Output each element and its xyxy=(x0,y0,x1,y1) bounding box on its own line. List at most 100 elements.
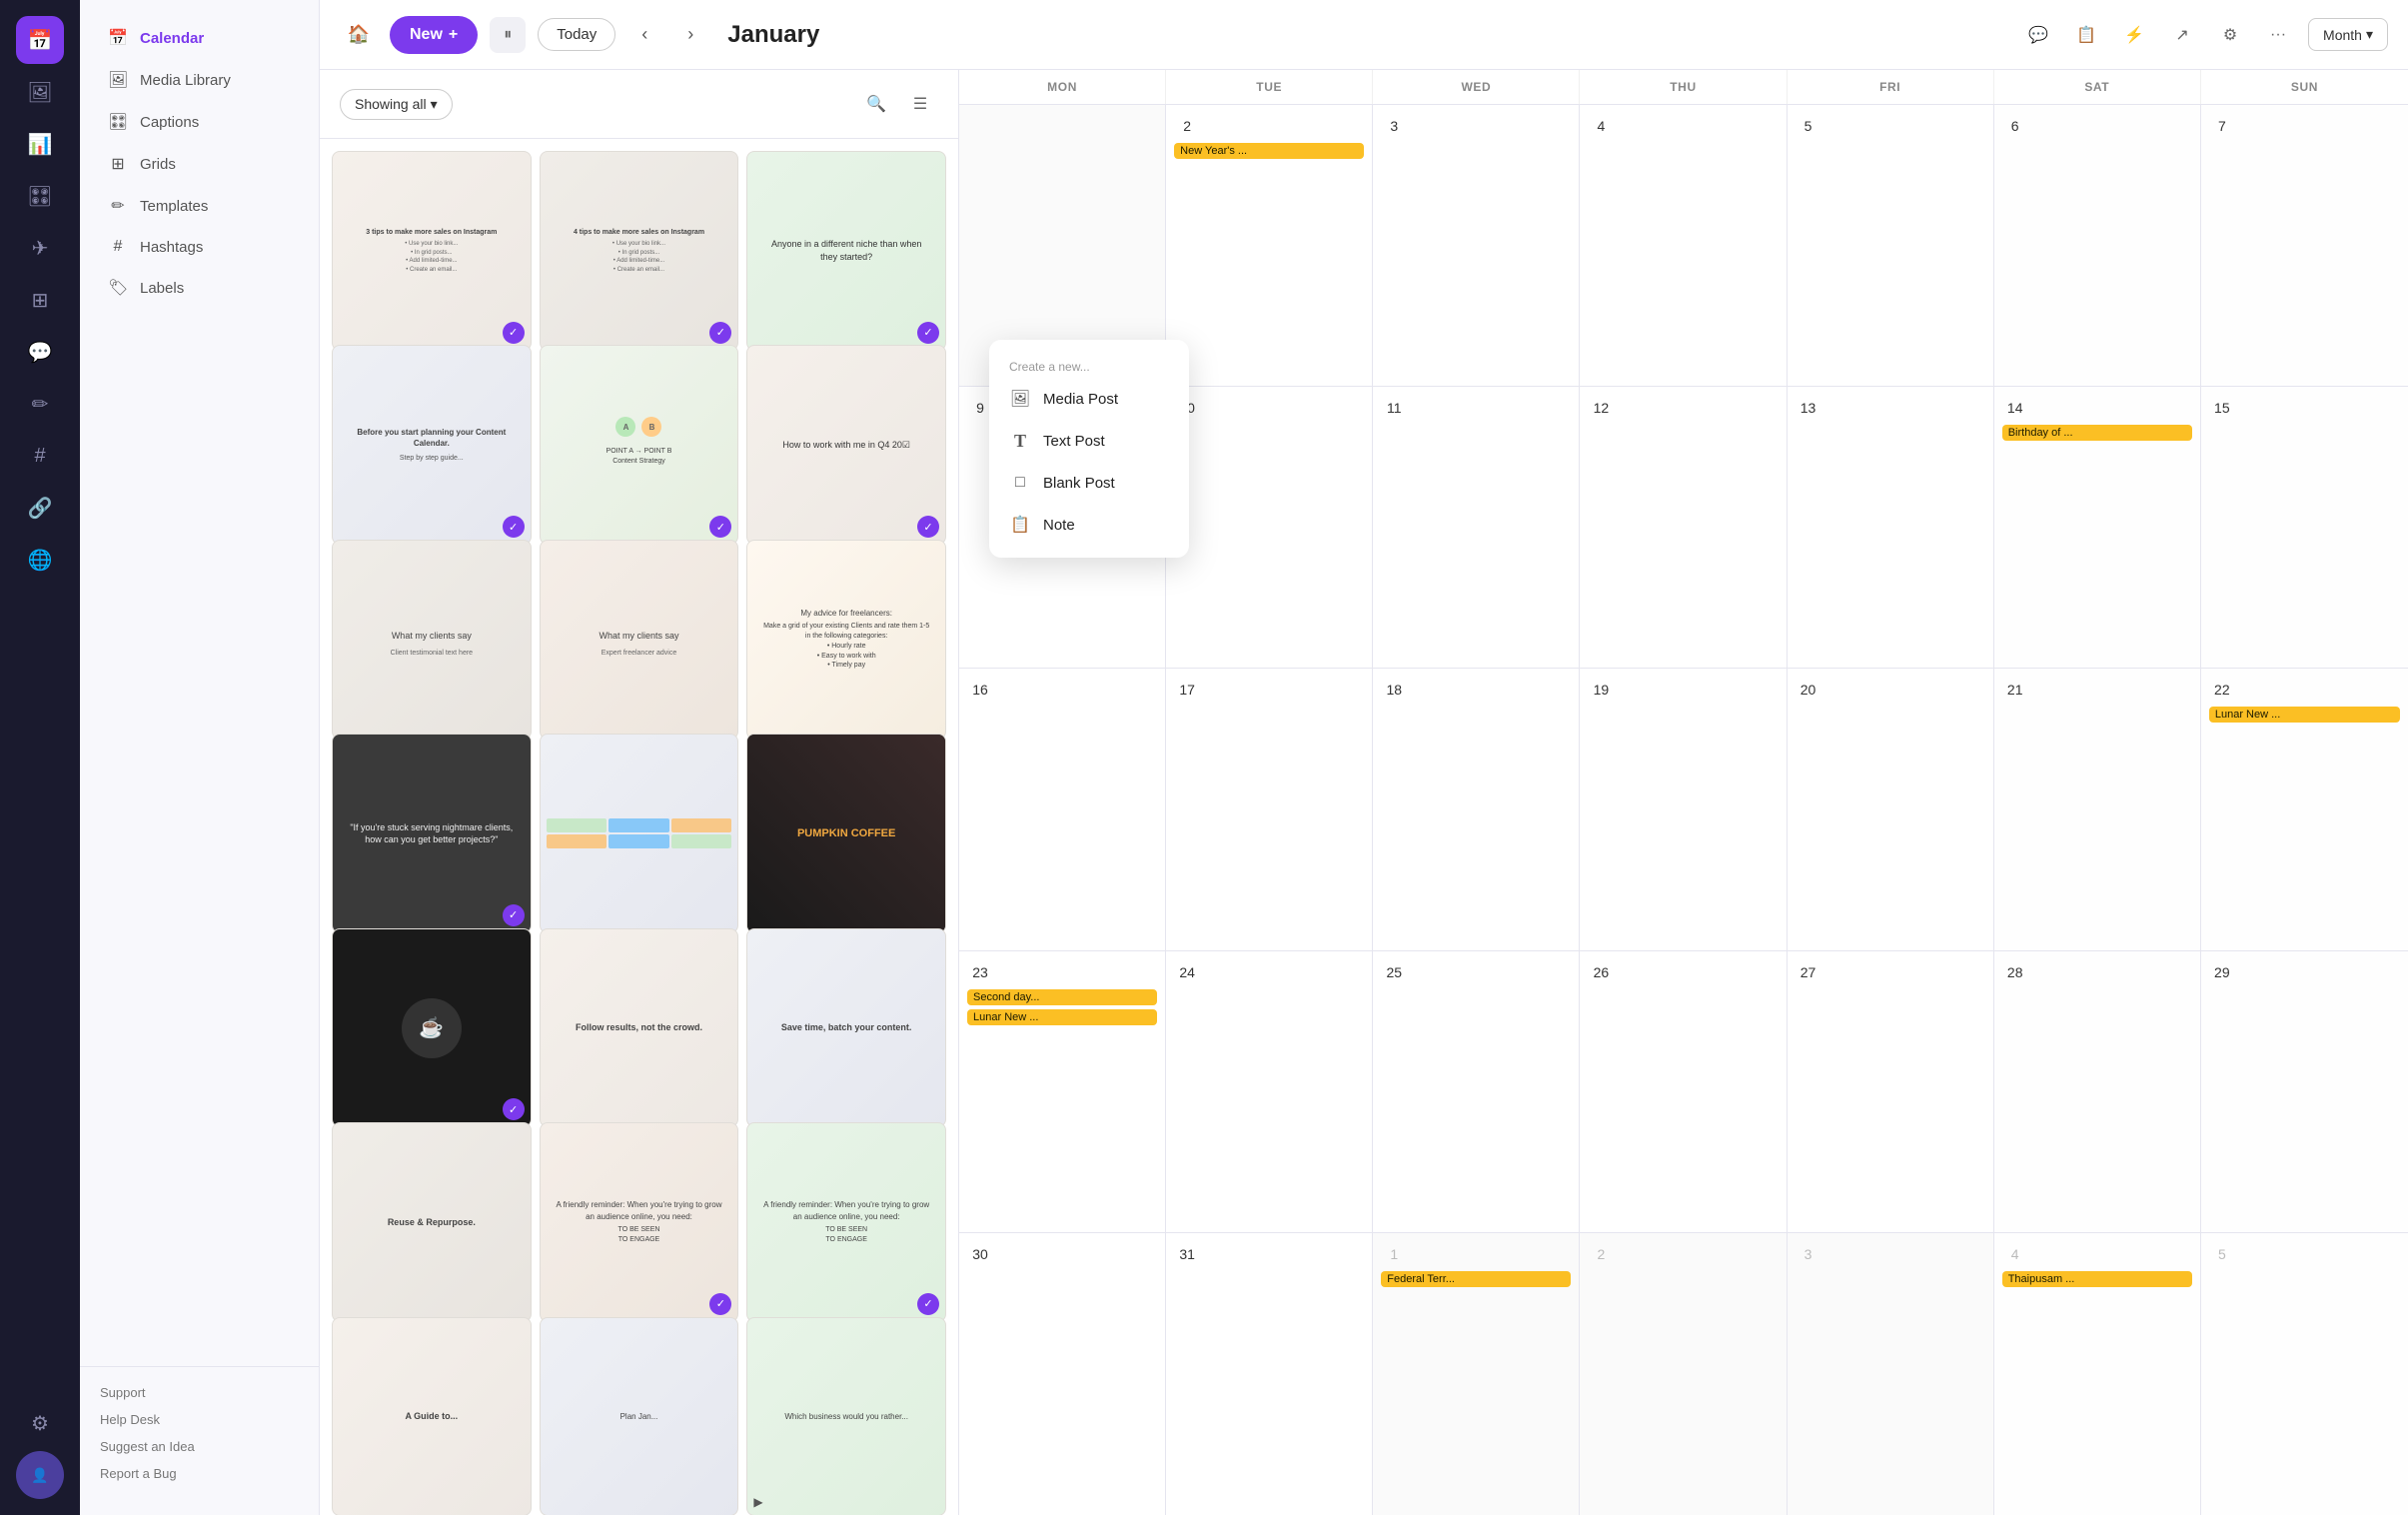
report-bug-link[interactable]: Report a Bug xyxy=(100,1460,299,1487)
help-desk-link[interactable]: Help Desk xyxy=(100,1406,299,1433)
sidebar-item-hashtags[interactable]: # Hashtags xyxy=(88,228,311,266)
cal-event[interactable]: Lunar New ... xyxy=(2209,707,2400,723)
dropdown-item-blank-post[interactable]: □ Blank Post xyxy=(989,462,1189,504)
cal-event[interactable]: Thaipusam ... xyxy=(2002,1271,2192,1287)
template-card[interactable]: What my clients say Expert freelancer ad… xyxy=(540,540,739,740)
dropdown-item-media-post[interactable]: 🖼 Media Post xyxy=(989,378,1189,420)
cal-cell[interactable]: 30 xyxy=(959,1233,1166,1515)
cal-cell[interactable]: 10 xyxy=(1166,387,1373,668)
new-button[interactable]: New + xyxy=(390,16,478,54)
cal-event[interactable]: Federal Terr... xyxy=(1381,1271,1571,1287)
cal-cell[interactable]: 27 xyxy=(1788,951,1994,1232)
nav-icon-grid[interactable]: ⊞ xyxy=(16,276,64,324)
nav-icon-send[interactable]: ✈ xyxy=(16,224,64,272)
cal-cell[interactable]: 31 xyxy=(1166,1233,1373,1515)
cal-cell[interactable]: 7 xyxy=(2201,105,2408,386)
dropdown-item-note[interactable]: 📋 Note xyxy=(989,504,1189,546)
nav-icon-captions[interactable]: 🎛 xyxy=(16,172,64,220)
template-card[interactable]: A friendly reminder: When you're trying … xyxy=(746,1122,946,1322)
template-card[interactable] xyxy=(540,734,739,933)
cal-cell[interactable]: 22 Lunar New ... xyxy=(2201,669,2408,949)
template-card[interactable]: Before you start planning your Content C… xyxy=(332,345,532,545)
support-link[interactable]: Support xyxy=(100,1379,299,1406)
nav-icon-chat[interactable]: 💬 xyxy=(16,328,64,376)
cal-cell[interactable]: 15 xyxy=(2201,387,2408,668)
cal-cell[interactable]: 16 xyxy=(959,669,1166,949)
sidebar-item-grids[interactable]: ⊞ Grids xyxy=(88,144,311,184)
nav-icon-settings[interactable]: ⚙ xyxy=(16,1399,64,1447)
sidebar-item-labels[interactable]: 🏷 Labels xyxy=(88,268,311,308)
cal-event[interactable]: New Year's ... xyxy=(1174,143,1364,159)
cal-cell[interactable]: 17 xyxy=(1166,669,1373,949)
cal-cell[interactable]: 6 xyxy=(1994,105,2201,386)
template-card[interactable]: Which business would you rather... ▶ xyxy=(746,1317,946,1515)
cal-event[interactable]: Second day... xyxy=(967,989,1157,1005)
cal-cell[interactable]: 3 xyxy=(1788,1233,1994,1515)
template-card[interactable]: A B POINT A → POINT BContent Strategy ✓ xyxy=(540,345,739,545)
cal-cell[interactable]: 28 xyxy=(1994,951,2201,1232)
today-button[interactable]: Today xyxy=(538,18,615,51)
cal-cell[interactable]: 4 xyxy=(1580,105,1787,386)
cal-cell[interactable]: 20 xyxy=(1788,669,1994,949)
list-icon-button[interactable]: 📋 xyxy=(2068,17,2104,53)
create-new-dropdown[interactable]: Create a new... 🖼 Media Post T Text Post… xyxy=(989,340,1189,558)
next-month-button[interactable]: › xyxy=(673,18,707,52)
cal-cell[interactable]: 25 xyxy=(1373,951,1580,1232)
sidebar-item-calendar[interactable]: 📅 Calendar xyxy=(88,18,311,58)
cal-cell[interactable]: 14 Birthday of ... xyxy=(1994,387,2201,668)
month-view-button[interactable]: Month ▾ xyxy=(2308,18,2388,51)
cal-cell[interactable]: 19 xyxy=(1580,669,1787,949)
template-card[interactable]: Follow results, not the crowd. xyxy=(540,928,739,1128)
template-card[interactable]: Plan Jan... xyxy=(540,1317,739,1515)
template-card[interactable]: PUMPKIN COFFEE xyxy=(746,734,946,933)
template-card[interactable]: "If you're stuck serving nightmare clien… xyxy=(332,734,532,933)
pause-button[interactable]: ⏸ xyxy=(490,17,526,53)
template-card[interactable]: A friendly reminder: When you're trying … xyxy=(540,1122,739,1322)
templates-search-button[interactable]: 🔍 xyxy=(858,86,894,122)
filter-icon-button[interactable]: ⚡ xyxy=(2116,17,2152,53)
cal-cell[interactable]: 2 xyxy=(1580,1233,1787,1515)
cal-cell[interactable]: 1 Federal Terr... xyxy=(1373,1233,1580,1515)
template-card[interactable]: 3 tips to make more sales on Instagram •… xyxy=(332,151,532,351)
nav-icon-media[interactable]: 🖼 xyxy=(16,68,64,116)
cal-cell[interactable]: 26 xyxy=(1580,951,1787,1232)
template-card[interactable]: ☕ ✓ xyxy=(332,928,532,1128)
template-card[interactable]: What my clients say Client testimonial t… xyxy=(332,540,532,740)
nav-icon-analytics[interactable]: 📊 xyxy=(16,120,64,168)
cal-cell[interactable]: 18 xyxy=(1373,669,1580,949)
cal-event[interactable]: Birthday of ... xyxy=(2002,425,2192,441)
cal-event[interactable]: Lunar New ... xyxy=(967,1009,1157,1025)
dropdown-item-text-post[interactable]: T Text Post xyxy=(989,420,1189,462)
user-avatar[interactable]: 👤 xyxy=(16,1451,64,1499)
showing-all-filter[interactable]: Showing all ▾ xyxy=(340,89,453,120)
sidebar-item-captions[interactable]: 🎛 Captions xyxy=(88,102,311,142)
more-icon-button[interactable]: ··· xyxy=(2260,17,2296,53)
cal-cell[interactable]: 13 xyxy=(1788,387,1994,668)
suggest-link[interactable]: Suggest an Idea xyxy=(100,1433,299,1460)
cal-cell[interactable]: 2 New Year's ... xyxy=(1166,105,1373,386)
cal-cell[interactable]: 5 xyxy=(2201,1233,2408,1515)
nav-icon-edit[interactable]: ✏ xyxy=(16,380,64,428)
prev-month-button[interactable]: ‹ xyxy=(627,18,661,52)
cal-cell[interactable]: 29 xyxy=(2201,951,2408,1232)
template-card[interactable]: Reuse & Repurpose. xyxy=(332,1122,532,1322)
cal-cell[interactable]: 4 Thaipusam ... xyxy=(1994,1233,2201,1515)
nav-icon-link[interactable]: 🔗 xyxy=(16,484,64,532)
templates-list-view-button[interactable]: ☰ xyxy=(902,86,938,122)
template-card[interactable]: Save time, batch your content. xyxy=(746,928,946,1128)
comment-icon-button[interactable]: 💬 xyxy=(2020,17,2056,53)
template-card[interactable]: How to work with me in Q4 20☑ ✓ xyxy=(746,345,946,545)
cal-cell[interactable]: 12 xyxy=(1580,387,1787,668)
cal-cell[interactable]: 21 xyxy=(1994,669,2201,949)
cal-cell[interactable]: 5 xyxy=(1788,105,1994,386)
cal-cell[interactable]: 3 xyxy=(1373,105,1580,386)
cal-cell[interactable]: 24 xyxy=(1166,951,1373,1232)
home-button[interactable]: 🏠 xyxy=(340,16,378,54)
sidebar-item-media-library[interactable]: 🖼 Media Library xyxy=(88,60,311,100)
share-icon-button[interactable]: ↗ xyxy=(2164,17,2200,53)
cal-cell[interactable]: 11 xyxy=(1373,387,1580,668)
settings-icon-button[interactable]: ⚙ xyxy=(2212,17,2248,53)
cal-cell[interactable]: 23 Second day... Lunar New ... xyxy=(959,951,1166,1232)
nav-icon-hashtag[interactable]: # xyxy=(16,432,64,480)
template-card[interactable]: My advice for freelancers: Make a grid o… xyxy=(746,540,946,740)
